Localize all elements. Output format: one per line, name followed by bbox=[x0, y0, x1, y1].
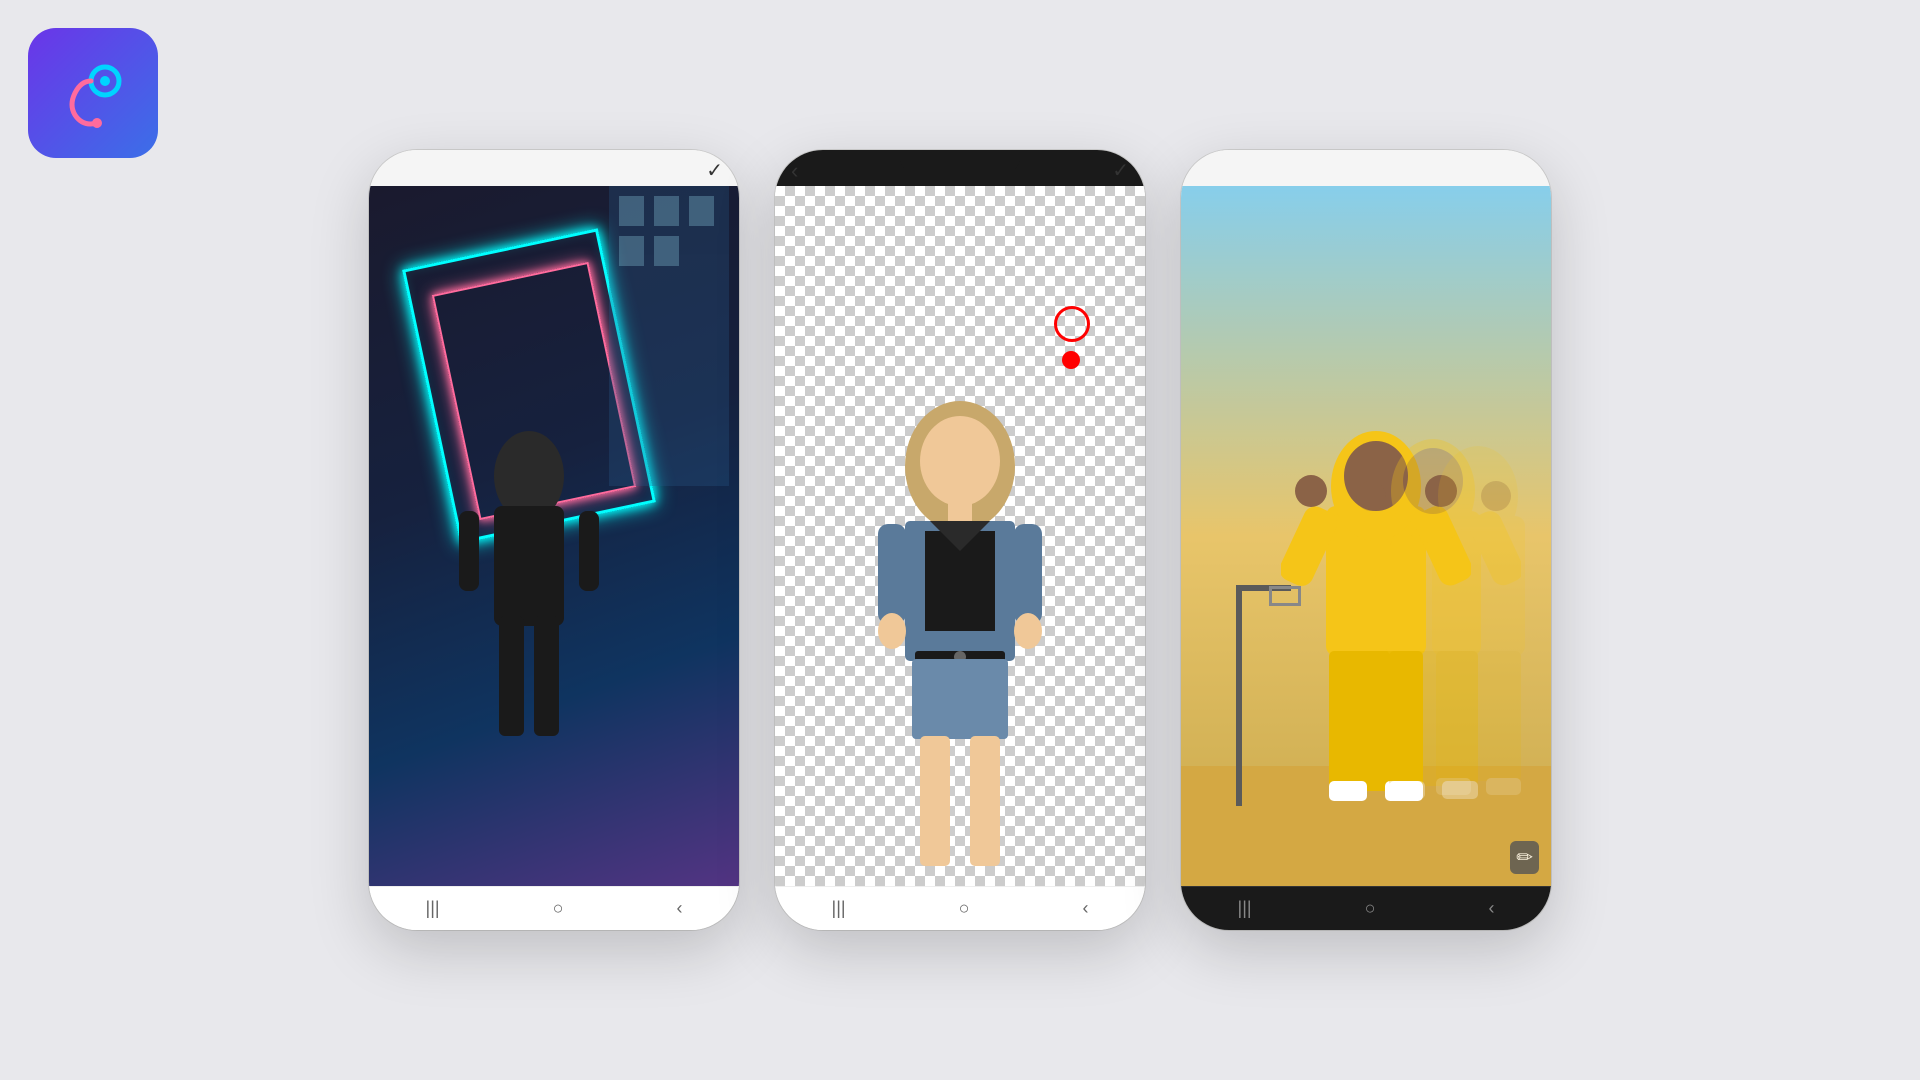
phone1-notch bbox=[494, 150, 614, 172]
phones-container: ✓ bbox=[369, 150, 1551, 930]
phone3-bg: ✏ bbox=[1181, 186, 1551, 886]
phone3-eraser-btn[interactable]: ✏ bbox=[1510, 841, 1539, 874]
phone3-nav-home[interactable]: ○ bbox=[1365, 898, 1376, 919]
phone-1: ✓ bbox=[369, 150, 739, 930]
phone1-check[interactable]: ✓ bbox=[706, 158, 723, 183]
phone2-checkered-bg bbox=[775, 186, 1145, 886]
phone3-bottom-nav: ||| ○ ‹ bbox=[1181, 886, 1551, 930]
phone2-nav-back[interactable]: ‹ bbox=[1082, 898, 1088, 919]
phone-2: ‹ ✓ bbox=[775, 150, 1145, 930]
phone2-content: Size 20 Offset bbox=[775, 186, 1145, 886]
phone2-back[interactable]: ‹ bbox=[791, 158, 798, 184]
phone2-nav-lines[interactable]: ||| bbox=[832, 898, 846, 919]
phone1-content: ⊡ Spiral Shape Frame ▷ ♥ bbox=[369, 186, 739, 886]
phone1-nav-back[interactable]: ‹ bbox=[676, 898, 682, 919]
phone3-top-bar bbox=[1181, 150, 1551, 186]
phone1-nav-lines[interactable]: ||| bbox=[426, 898, 440, 919]
phone2-eraser-circle bbox=[1054, 306, 1090, 342]
phone2-eraser-dot bbox=[1062, 351, 1080, 369]
phone1-building bbox=[589, 186, 739, 486]
phone3-nav-back[interactable]: ‹ bbox=[1488, 898, 1494, 919]
phone2-check[interactable]: ✓ bbox=[1112, 158, 1129, 183]
phone2-top-bar: ‹ ✓ bbox=[775, 150, 1145, 186]
phone2-notch bbox=[900, 150, 1020, 172]
phone3-content: ✏ ✕ MOTION ✓ Count bbox=[1181, 186, 1551, 886]
phone3-person-ghost2 bbox=[1396, 406, 1551, 806]
phone-3: ✏ ✕ MOTION ✓ Count bbox=[1181, 150, 1551, 930]
bball-pole bbox=[1236, 586, 1242, 806]
phone3-notch bbox=[1306, 150, 1426, 172]
phone1-nav-home[interactable]: ○ bbox=[553, 898, 564, 919]
app-logo-icon bbox=[53, 53, 133, 133]
phone3-nav-lines[interactable]: ||| bbox=[1238, 898, 1252, 919]
app-logo[interactable] bbox=[28, 28, 158, 158]
phone1-bg bbox=[369, 186, 739, 886]
phone2-bottom-nav: ||| ○ ‹ bbox=[775, 886, 1145, 930]
phone1-top-bar: ✓ bbox=[369, 150, 739, 186]
phone1-bottom-nav: ||| ○ ‹ bbox=[369, 886, 739, 930]
phone2-nav-home[interactable]: ○ bbox=[959, 898, 970, 919]
phone2-woman bbox=[830, 386, 1090, 886]
